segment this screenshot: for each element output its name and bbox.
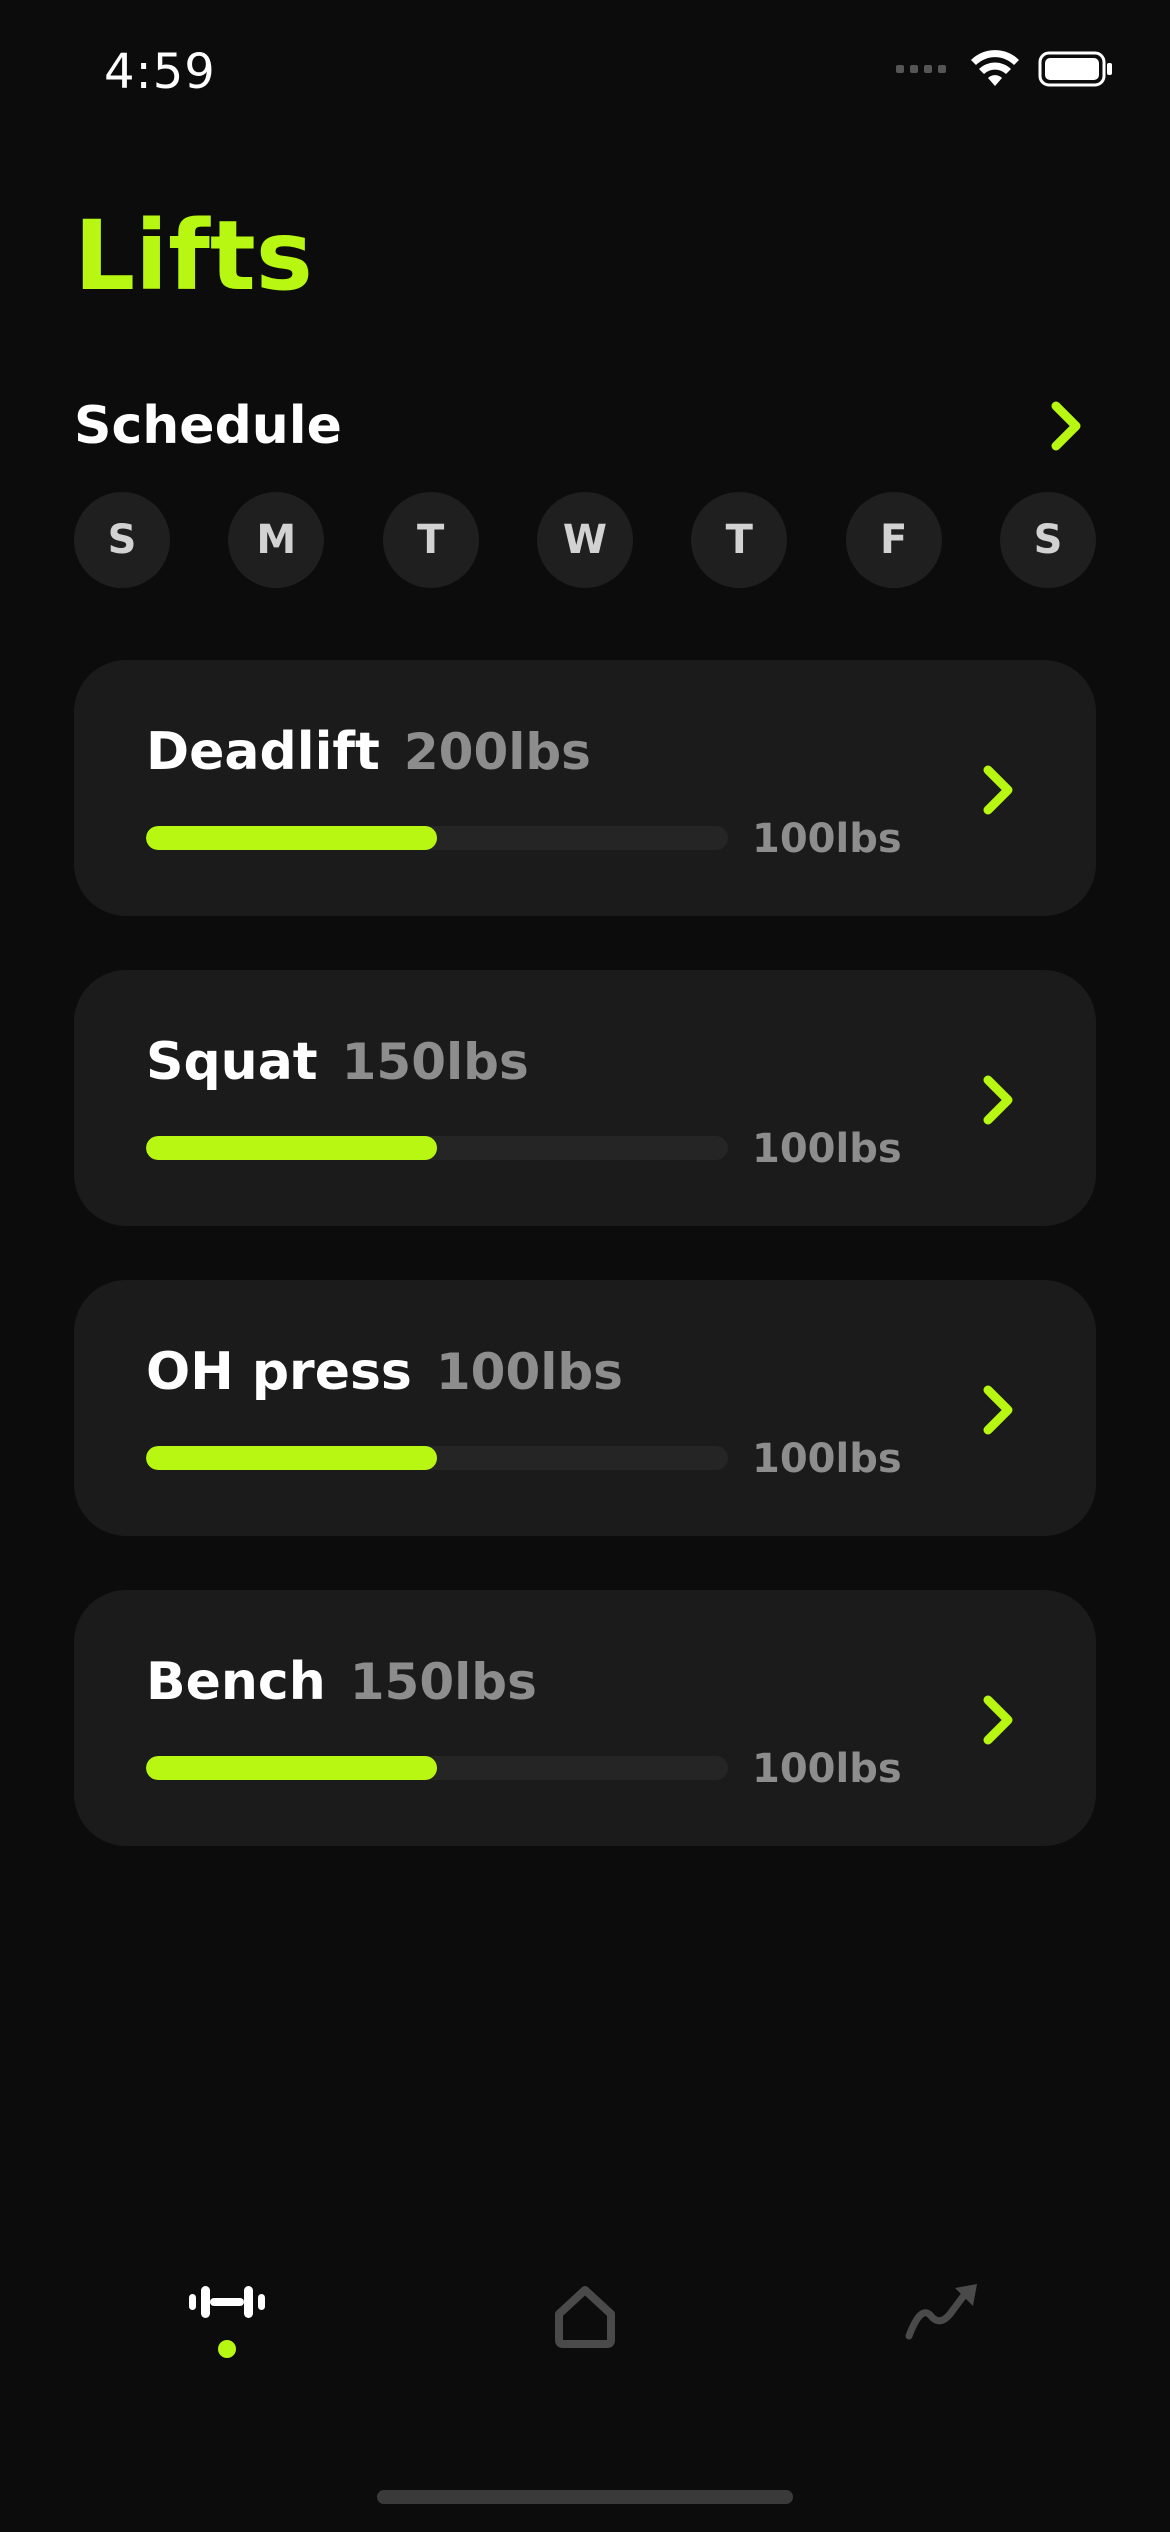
lift-target-weight: 200lbs [403, 723, 591, 781]
lift-list: Deadlift 200lbs 100lbs Squat 150lbs 100l… [74, 660, 1096, 1900]
day-chip-tuesday[interactable]: T [382, 492, 479, 588]
lift-name: Bench [146, 1652, 326, 1712]
day-chip-sunday[interactable]: S [74, 492, 170, 588]
day-chip-wednesday[interactable]: W [536, 492, 633, 588]
progress-fill [146, 1756, 437, 1780]
day-chip-saturday[interactable]: S [999, 492, 1096, 588]
lift-current-weight: 100lbs [752, 1436, 902, 1482]
lift-card-squat[interactable]: Squat 150lbs 100lbs [74, 970, 1096, 1226]
progress-fill [146, 1446, 437, 1470]
day-chip-friday[interactable]: F [845, 492, 942, 588]
lift-current-weight: 100lbs [752, 816, 902, 862]
lift-card-deadlift[interactable]: Deadlift 200lbs 100lbs [74, 660, 1096, 916]
home-icon [555, 2286, 615, 2348]
dumbbell-icon [189, 2286, 265, 2318]
lift-card-bench[interactable]: Bench 150lbs 100lbs [74, 1590, 1096, 1846]
chevron-right-icon[interactable] [970, 1380, 1026, 1440]
status-icons [896, 50, 1114, 88]
schedule-days: S M T W T F S [74, 492, 1096, 588]
home-indicator [377, 2490, 793, 2504]
trend-arrow-icon [905, 2284, 977, 2340]
tab-lifts[interactable] [157, 2280, 297, 2420]
chevron-right-icon[interactable] [970, 760, 1026, 820]
battery-icon [1038, 51, 1112, 87]
tab-bar [0, 2280, 1170, 2420]
page-title: Lifts [74, 200, 313, 312]
chevron-right-icon[interactable] [970, 1070, 1026, 1130]
lift-card-oh-press[interactable]: OH press 100lbs 100lbs [74, 1280, 1096, 1536]
lift-current-weight: 100lbs [752, 1126, 902, 1172]
chevron-right-icon[interactable] [1036, 396, 1096, 456]
lift-current-weight: 100lbs [752, 1746, 902, 1792]
lift-target-weight: 150lbs [341, 1033, 529, 1091]
progress-fill [146, 826, 437, 850]
day-chip-monday[interactable]: M [228, 492, 325, 588]
tab-home[interactable] [515, 2280, 655, 2420]
cellular-signal-icon [896, 65, 946, 73]
day-chip-thursday[interactable]: T [691, 492, 788, 588]
lift-header: OH press 100lbs [146, 1342, 623, 1402]
progress-fill [146, 1136, 437, 1160]
lift-name: Squat [146, 1032, 318, 1092]
progress-bar [146, 1136, 728, 1160]
lift-header: Bench 150lbs [146, 1652, 537, 1712]
status-time: 4:59 [104, 44, 216, 100]
active-tab-indicator [218, 2340, 236, 2358]
lift-target-weight: 150lbs [349, 1653, 537, 1711]
wifi-icon [971, 50, 1019, 86]
progress-bar [146, 1446, 728, 1470]
lift-header: Squat 150lbs [146, 1032, 529, 1092]
chevron-right-icon[interactable] [970, 1690, 1026, 1750]
progress-bar [146, 826, 728, 850]
progress-bar [146, 1756, 728, 1780]
schedule-label: Schedule [74, 396, 342, 456]
lift-target-weight: 100lbs [435, 1343, 623, 1401]
lift-name: OH press [146, 1342, 412, 1402]
lift-header: Deadlift 200lbs [146, 722, 591, 782]
tab-progress[interactable] [873, 2280, 1013, 2420]
lift-name: Deadlift [146, 722, 380, 782]
